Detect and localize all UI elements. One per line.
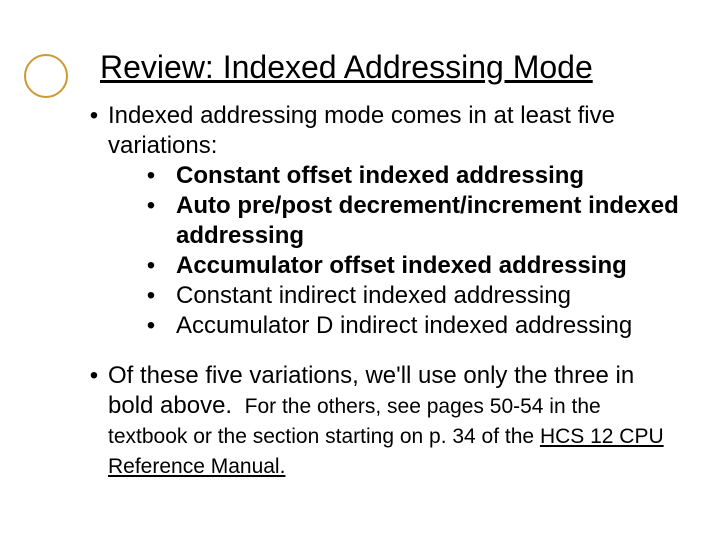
variation-item: • Auto pre/post decrement/increment inde… <box>136 191 680 251</box>
bullet-icon: • <box>136 161 166 191</box>
slide: Review: Indexed Addressing Mode • Indexe… <box>0 0 720 540</box>
variation-item: • Accumulator D indirect indexed address… <box>136 311 680 341</box>
variation-item: • Accumulator offset indexed addressing <box>136 251 680 281</box>
variation-text: Constant offset indexed addressing <box>166 161 680 191</box>
bullet-item: • Of these five variations, we'll use on… <box>80 361 680 481</box>
slide-body: • Indexed addressing mode comes in at le… <box>80 101 680 481</box>
bullet-icon: • <box>136 311 166 341</box>
variation-text: Constant indirect indexed addressing <box>166 281 680 311</box>
bullet-icon: • <box>80 361 108 391</box>
intro-span: Indexed addressing mode comes in at leas… <box>108 102 615 159</box>
variation-text: Accumulator offset indexed addressing <box>166 251 680 281</box>
intro-text: Indexed addressing mode comes in at leas… <box>108 101 680 341</box>
bullet-icon: • <box>136 251 166 281</box>
bullet-icon: • <box>136 281 166 311</box>
bullet-icon: • <box>80 101 108 131</box>
variation-item: • Constant indirect indexed addressing <box>136 281 680 311</box>
outro-text: Of these five variations, we'll use only… <box>108 361 680 481</box>
variation-item: • Constant offset indexed addressing <box>136 161 680 191</box>
variation-text: Auto pre/post decrement/increment indexe… <box>166 191 680 251</box>
variations-list: • Constant offset indexed addressing • A… <box>136 161 680 341</box>
bullet-icon: • <box>136 191 166 221</box>
slide-title: Review: Indexed Addressing Mode <box>100 50 680 85</box>
variation-text: Accumulator D indirect indexed addressin… <box>166 311 680 341</box>
decorative-circle-icon <box>24 54 68 98</box>
bullet-item: • Indexed addressing mode comes in at le… <box>80 101 680 341</box>
